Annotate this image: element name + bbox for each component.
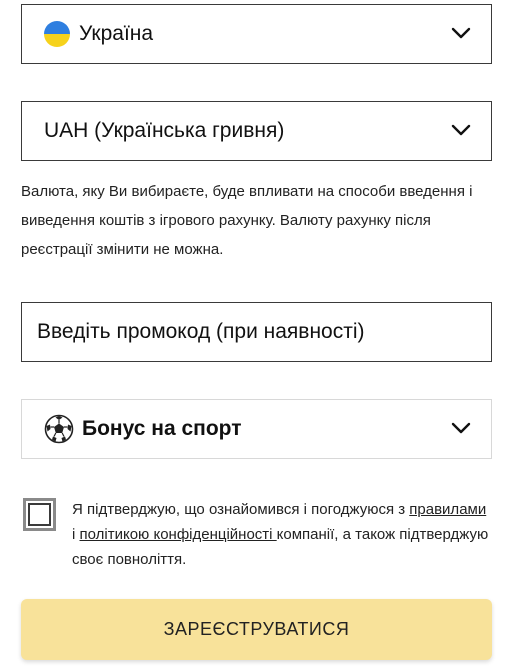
privacy-policy-link[interactable]: політикою конфіденційності (80, 526, 277, 543)
soccer-ball-icon (44, 414, 74, 444)
register-button[interactable]: ЗАРЕЄСТРУВАТИСЯ (21, 599, 492, 660)
currency-select[interactable]: UAH (Українська гривня) (21, 101, 492, 161)
agreement-text-part: Я підтверджую, що ознайомився і погоджую… (72, 501, 410, 518)
promo-code-input[interactable]: Введіть промокод (при наявності) (21, 302, 492, 362)
currency-select-value: UAH (Українська гривня) (44, 119, 285, 142)
promo-code-placeholder: Введіть промокод (при наявності) (37, 320, 365, 343)
currency-note: Валюта, яку Ви вибираєте, буде впливати … (21, 183, 473, 258)
rules-link[interactable]: правилами (409, 501, 486, 518)
chevron-down-icon (451, 422, 471, 434)
country-select[interactable]: Україна (21, 4, 492, 64)
agreement-text: Я підтверджую, що ознайомився і погоджую… (72, 497, 492, 572)
ukraine-flag-icon (44, 21, 70, 47)
agreement-text-part: і (72, 526, 80, 543)
chevron-down-icon (451, 27, 471, 39)
bonus-select-value: Бонус на спорт (82, 417, 242, 440)
country-select-value: Україна (79, 22, 154, 45)
bonus-select[interactable]: Бонус на спорт (21, 399, 492, 459)
chevron-down-icon (451, 124, 471, 136)
agreement-checkbox[interactable] (23, 498, 56, 531)
